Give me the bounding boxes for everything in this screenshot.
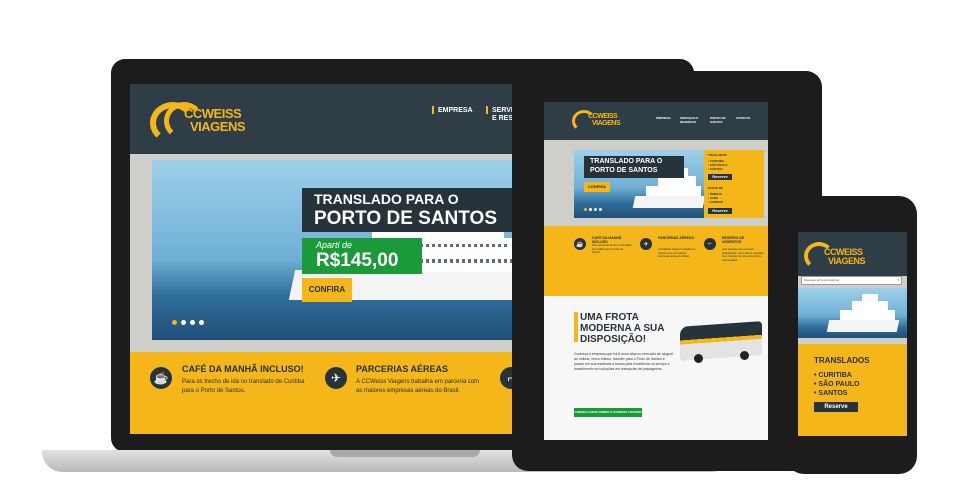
hero-title: TRANSLADO PARA O PORTO DE SANTOS	[302, 188, 522, 232]
logo[interactable]: CCWEISS VIAGENS	[804, 240, 884, 270]
plane-icon: ✈	[640, 238, 652, 250]
logo-text-line2: VIAGENS	[592, 120, 621, 127]
seat-icon: ⌐	[704, 238, 716, 250]
hero-banner	[798, 288, 907, 338]
site-header: CCWEISS VIAGENS	[798, 232, 907, 276]
cruise-ship-image	[826, 320, 900, 332]
feature-title: RESERVA DE ASSENTOS	[722, 236, 745, 244]
hero-title: TRANSLADO PARA O PORTO DE SANTOS	[584, 156, 684, 178]
coffee-icon: ☕	[574, 238, 586, 250]
feature-title: PARCERIAS AÉREAS	[356, 364, 449, 374]
reserve-button[interactable]: Reserve	[708, 208, 732, 214]
plane-icon: ✈	[325, 367, 347, 389]
carousel-dots[interactable]	[584, 208, 602, 211]
feature-text: para pessoas que possuem preferências, c…	[722, 248, 764, 262]
logo[interactable]: CCWEISS VIAGENS	[572, 108, 642, 136]
cruise-ship-image	[632, 196, 704, 208]
reserve-button[interactable]: Reserve	[708, 174, 732, 180]
bus-image	[680, 321, 762, 361]
learn-more-button[interactable]: CONHEÇA MAIS SOBRE A CCWEISS VIAGENS	[574, 408, 642, 417]
feature-title: CAFÉ DA MANHÃ INCLUSO!	[182, 364, 304, 374]
feature-text: A CCWeiss Viagens trabalha em parceria c…	[356, 379, 480, 385]
nav-item-empresa[interactable]: EMPRESA	[656, 116, 671, 120]
feature-title: PARCERIAS AÉREAS	[658, 236, 694, 240]
feature-text: Para os trecho de ida no translado de Cu…	[182, 379, 305, 385]
logo[interactable]: CCWEISS VIAGENS	[150, 96, 270, 144]
feature-text: para o Porto de Santos.	[182, 388, 246, 394]
nav-item-contato[interactable]: CONTATO	[736, 116, 750, 120]
page-navigation-select[interactable]: Navegue entre as páginas ▾	[801, 276, 902, 285]
feature-text: A CCWeiss Viagens trabalha em parceria c…	[658, 248, 696, 258]
features-strip: ☕ CAFÉ DA MANHÃ INCLUSO Para os trecho d…	[544, 226, 768, 296]
reserve-button[interactable]: Reserve	[814, 402, 858, 412]
nav-item-empresa[interactable]: EMPRESA	[432, 106, 473, 114]
logo-text-line2: VIAGENS	[828, 256, 866, 266]
carousel-dot[interactable]	[594, 208, 597, 211]
confira-button[interactable]: CONFIRA	[584, 182, 610, 192]
fleet-section: UMA FROTA MODERNA A SUA DISPOSIÇÃO! Conh…	[544, 296, 768, 440]
fleet-title	[574, 312, 578, 342]
tablet-screen: CCWEISS VIAGENS EMPRESA SERVIÇOS E RESER…	[544, 102, 768, 440]
carousel-dot[interactable]	[181, 320, 186, 325]
carousel-dot[interactable]	[190, 320, 195, 325]
carousel-dot[interactable]	[599, 208, 602, 211]
laptop-notch	[330, 450, 480, 457]
coffee-icon: ☕	[150, 367, 172, 389]
logo-text-line2: VIAGENS	[190, 119, 246, 134]
carousel-dots[interactable]	[172, 320, 204, 325]
carousel-dot[interactable]	[589, 208, 592, 211]
feature-text: Para os trecho de ida no translado de Cu…	[592, 244, 632, 254]
nav-item-porto[interactable]: PORTO DE SANTOS	[710, 116, 726, 124]
translados-panel: TRANSLADOS • CURITIBA • SÃO PAULO • SANT…	[798, 344, 907, 436]
carousel-dot[interactable]	[199, 320, 204, 325]
feature-title: CAFÉ DA MANHÃ INCLUSO	[592, 236, 622, 244]
carousel-dot[interactable]	[172, 320, 177, 325]
hero-banner: TRANSLADO PARA O PORTO DE SANTOS CONFIRA	[574, 150, 704, 218]
site-header: CCWEISS VIAGENS EMPRESA SERVIÇOS E RESER…	[544, 102, 768, 140]
feature-text: as maiores empresas aéreas do Brasil.	[356, 388, 461, 394]
bus-wheel-icon	[740, 351, 749, 360]
translados-panel: TRASLADOS • CURITIBA • SÃO PAULO • SANTO…	[704, 150, 764, 218]
confira-button[interactable]: CONFIRA	[302, 278, 352, 302]
phone-screen: CCWEISS VIAGENS Navegue entre as páginas…	[798, 232, 907, 436]
price-badge: Aparti de R$145,00	[302, 238, 422, 274]
chevron-down-icon: ▾	[897, 278, 899, 282]
bus-wheel-icon	[694, 354, 703, 363]
fleet-text: Conheça a empresa que há 8 anos atua no …	[574, 352, 674, 371]
nav-item-servicos[interactable]: SERVIÇOS E RESERVAS	[680, 116, 700, 124]
carousel-dot[interactable]	[584, 208, 587, 211]
